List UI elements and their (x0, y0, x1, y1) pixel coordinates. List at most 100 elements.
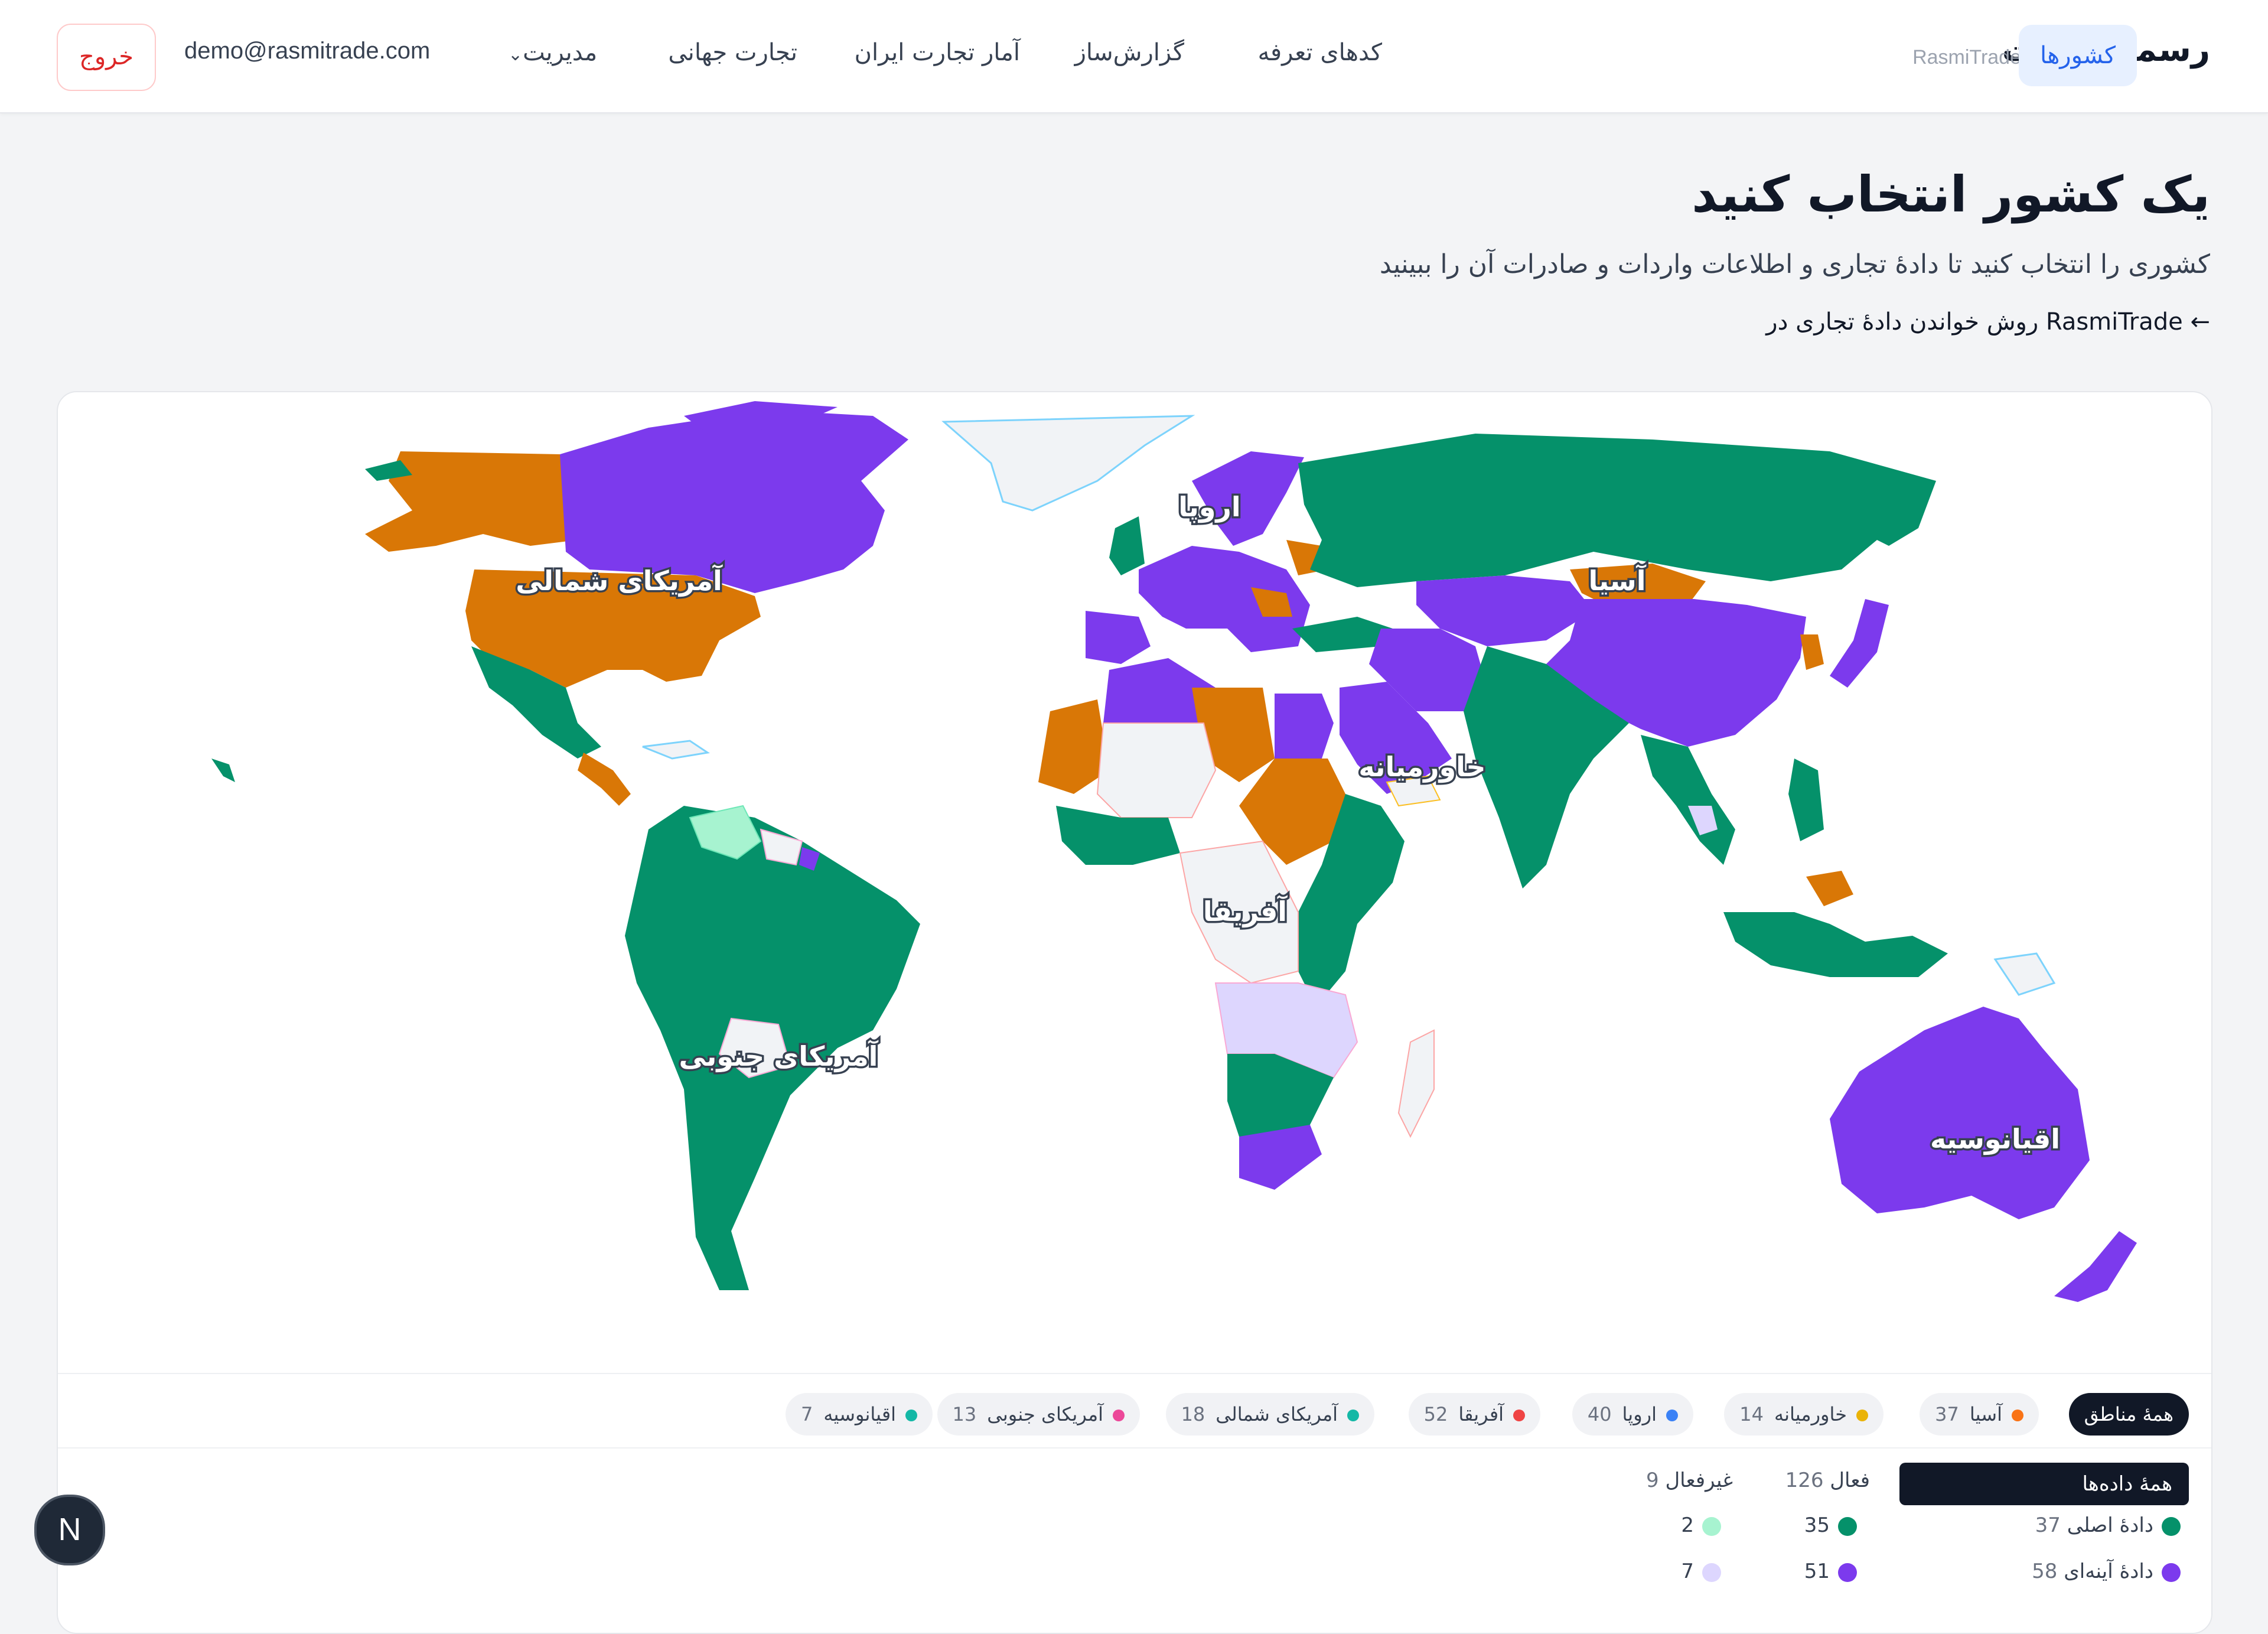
page-title: یک کشور انتخاب کنید (1692, 165, 2210, 223)
country-egypt[interactable] (1275, 694, 1334, 759)
page-subtitle: کشوری را انتخاب کنید تا دادهٔ تجاری و اط… (1379, 249, 2210, 279)
chip-region-middle-east[interactable]: خاورمیانه 14 (1724, 1393, 1884, 1436)
country-sahel[interactable] (1096, 722, 1217, 818)
chip-count: 18 (1181, 1403, 1205, 1425)
primary-active-count: 35 (1804, 1513, 1857, 1537)
chip-region-asia[interactable]: آسیا 37 (1920, 1393, 2039, 1436)
legend-primary-data[interactable]: دادهٔ اصلی 37 (2035, 1513, 2181, 1537)
mirror-inactive-value: 7 (1681, 1560, 1694, 1583)
chip-label: اروپا (1622, 1403, 1657, 1425)
country-japan[interactable] (1830, 599, 1889, 688)
all-data-filter[interactable]: همهٔ داده‌ها (1899, 1463, 2189, 1505)
nav-management-label: مدیریت (523, 39, 598, 66)
mirror-inactive-count: 7 (1681, 1560, 1721, 1583)
mirror-active-dot (1838, 1563, 1857, 1582)
map-label-south-america: آمریکای جنوبی (679, 1040, 879, 1072)
region-filter-bar: همهٔ مناطق آسیا 37 خاورمیانه 14 اروپا 40 آف… (58, 1373, 2211, 1449)
map-label-middle-east: خاورمیانه (1358, 751, 1485, 783)
nav-countries[interactable]: کشورها (2019, 25, 2137, 86)
region-dot (2012, 1410, 2023, 1421)
nav-management[interactable]: ⌄مدیریت (497, 39, 597, 66)
mirror-data-count: 58 (2032, 1560, 2058, 1583)
country-guianas[interactable] (760, 828, 803, 866)
country-new-zealand[interactable] (2054, 1231, 2137, 1302)
guide-link[interactable]: روش خواندن دادهٔ تجاری در RasmiTrade ← (1766, 308, 2210, 336)
country-korea[interactable] (1800, 634, 1824, 670)
chip-count: 40 (1587, 1403, 1612, 1425)
country-greenland[interactable] (941, 415, 1195, 512)
dev-tools-badge[interactable]: N (34, 1495, 105, 1565)
mirror-data-label: دادهٔ آینه‌ای (2064, 1560, 2153, 1583)
mirror-inactive-dot (1702, 1563, 1721, 1582)
chip-region-africa[interactable]: آفریقا 52 (1408, 1393, 1540, 1436)
country-russia[interactable] (1298, 434, 1936, 587)
region-dot (1513, 1410, 1525, 1421)
country-malaysia[interactable] (1806, 871, 1853, 906)
primary-data-dot (2162, 1516, 2181, 1536)
region-dot (1666, 1410, 1678, 1421)
chip-region-south-america[interactable]: آمریکای جنوبی 13 (937, 1393, 1140, 1436)
nav-tariff-codes[interactable]: کدهای تعرفه (1258, 39, 1382, 66)
map-label-africa: آفریقا (1203, 895, 1288, 927)
caribbean-islands[interactable] (642, 740, 710, 760)
country-australia[interactable] (1830, 1007, 2090, 1219)
region-dot (1856, 1410, 1868, 1421)
region-dot (1113, 1410, 1125, 1421)
chip-label: آمریکای شمالی (1216, 1403, 1338, 1425)
country-png[interactable] (1993, 952, 2056, 996)
active-header: فعال 126 (1785, 1469, 1870, 1492)
logout-button[interactable]: خروج (57, 24, 156, 91)
country-uk[interactable] (1109, 516, 1145, 575)
nav-iran-trade-stats[interactable]: آمار تجارت ایران (855, 39, 1020, 66)
chip-count: 13 (952, 1403, 977, 1425)
country-philippines[interactable] (1788, 759, 1824, 841)
country-central-america[interactable] (578, 753, 631, 806)
primary-active-value: 35 (1804, 1513, 1830, 1537)
world-map-card: آمریکای شمالی آمریکای جنوبی اروپا آفریقا… (57, 391, 2212, 1634)
chip-region-oceania[interactable]: اقیانوسیه 7 (785, 1393, 933, 1436)
mirror-active-count: 51 (1804, 1560, 1857, 1583)
primary-data-count: 37 (2035, 1513, 2061, 1537)
region-dot (905, 1410, 917, 1421)
chip-label: آمریکای جنوبی (987, 1403, 1103, 1425)
legend-mirror-data[interactable]: دادهٔ آینه‌ای 58 (2032, 1560, 2181, 1583)
brand-subtitle: RasmiTrade (1912, 46, 2021, 69)
primary-data-label: دادهٔ اصلی (2067, 1513, 2153, 1537)
chip-label: آفریقا (1458, 1403, 1504, 1425)
chip-region-north-america[interactable]: آمریکای شمالی 18 (1165, 1393, 1374, 1436)
map-label-asia: آسیا (1588, 564, 1646, 597)
map-label-north-america: آمریکای شمالی (516, 564, 723, 597)
nav-world-trade[interactable]: تجارت جهانی (668, 39, 797, 66)
country-iberia[interactable] (1086, 611, 1151, 664)
chip-count: 52 (1423, 1403, 1448, 1425)
chip-region-europe[interactable]: اروپا 40 (1572, 1393, 1693, 1436)
country-hawaii[interactable] (211, 759, 235, 782)
country-indonesia[interactable] (1723, 912, 1948, 977)
primary-active-dot (1838, 1516, 1857, 1536)
chip-label: خاورمیانه (1774, 1403, 1847, 1425)
chip-all-regions-label: همهٔ مناطق (2084, 1403, 2174, 1425)
chip-all-regions[interactable]: همهٔ مناطق (2068, 1393, 2189, 1436)
world-map: آمریکای شمالی آمریکای جنوبی اروپا آفریقا… (211, 401, 2137, 1302)
inactive-header: غیرفعال 9 (1646, 1469, 1733, 1492)
chevron-down-icon: ⌄ (508, 44, 523, 65)
chip-label: اقیانوسیه (823, 1403, 896, 1425)
chip-label: آسیا (1969, 1403, 2002, 1425)
user-email: demo@rasmitrade.com (184, 38, 431, 64)
chip-count: 7 (800, 1403, 813, 1425)
country-southeast-asia[interactable] (1641, 735, 1735, 865)
inactive-label: غیرفعال (1665, 1469, 1733, 1492)
country-south-africa[interactable] (1239, 1125, 1322, 1190)
active-label: فعال (1830, 1469, 1870, 1492)
country-madagascar[interactable] (1397, 1029, 1435, 1138)
mirror-data-dot (2162, 1563, 2181, 1582)
primary-inactive-count: 2 (1681, 1513, 1721, 1537)
top-navbar: رسمی‌تجارت RasmiTrade کشورها کدهای تعرفه… (0, 0, 2268, 113)
active-total: 126 (1785, 1469, 1824, 1492)
nav-report-builder[interactable]: گزارش‌ساز (1075, 39, 1184, 66)
primary-inactive-dot (1702, 1516, 1721, 1536)
inactive-total: 9 (1646, 1469, 1659, 1492)
chip-count: 14 (1739, 1403, 1764, 1425)
map-label-europe: اروپا (1178, 491, 1240, 523)
primary-inactive-value: 2 (1681, 1513, 1694, 1537)
